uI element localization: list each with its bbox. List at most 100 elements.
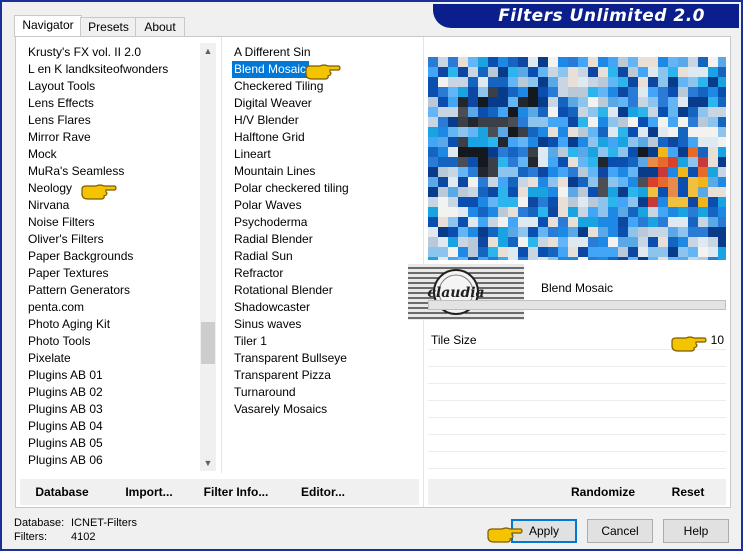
mosaic-tile: [678, 147, 688, 157]
filter-item[interactable]: Mountain Lines: [232, 163, 318, 180]
filter-item[interactable]: Transparent Bullseye: [232, 350, 350, 367]
mosaic-tile: [518, 147, 528, 157]
filter-info-button[interactable]: Filter Info...: [194, 479, 278, 505]
mosaic-tile: [628, 197, 638, 207]
filter-item[interactable]: Rotational Blender: [232, 282, 336, 299]
filter-item[interactable]: Radial Sun: [232, 248, 296, 265]
mosaic-tile: [528, 167, 538, 177]
reset-button[interactable]: Reset: [654, 479, 722, 505]
mosaic-tile: [668, 207, 678, 217]
filter-item[interactable]: Halftone Grid: [232, 129, 308, 146]
mosaic-tile: [428, 97, 438, 107]
filter-item[interactable]: Turnaround: [232, 384, 299, 401]
filter-item[interactable]: Psychoderma: [232, 214, 310, 231]
filter-item[interactable]: Refractor: [232, 265, 286, 282]
filter-item[interactable]: Transparent Pizza: [232, 367, 334, 384]
filter-item[interactable]: A Different Sin: [232, 44, 314, 61]
category-item[interactable]: Plugins AB 03: [26, 401, 106, 418]
mosaic-tile: [598, 237, 608, 247]
category-item[interactable]: Neology: [26, 180, 75, 197]
category-scrollbar[interactable]: ▲ ▼: [200, 43, 216, 471]
cancel-button[interactable]: Cancel: [587, 519, 653, 543]
category-item[interactable]: Paper Backgrounds: [26, 248, 136, 265]
filter-item[interactable]: Polar checkered tiling: [232, 180, 352, 197]
scrollbar-thumb[interactable]: [201, 322, 215, 364]
mosaic-tile: [428, 147, 438, 157]
mosaic-tile: [598, 117, 608, 127]
category-item[interactable]: Lens Flares: [26, 112, 94, 129]
tab-presets[interactable]: Presets: [80, 17, 137, 36]
category-item[interactable]: Mirror Rave: [26, 129, 94, 146]
randomize-button[interactable]: Randomize: [558, 479, 648, 505]
category-list[interactable]: Krusty's FX vol. II 2.0 L en K landksiteo…: [24, 43, 200, 471]
category-item[interactable]: Oliver's Filters: [26, 231, 107, 248]
category-item[interactable]: Plugins AB 01: [26, 367, 106, 384]
filter-item[interactable]: Shadowcaster: [232, 299, 313, 316]
mosaic-tile: [538, 187, 548, 197]
mosaic-tile: [718, 257, 726, 260]
mosaic-tile: [648, 237, 658, 247]
mosaic-tile: [538, 147, 548, 157]
status-filters: Filters: 4102: [14, 531, 95, 543]
filter-item[interactable]: Polar Waves: [232, 197, 305, 214]
category-item[interactable]: Pixelate: [26, 350, 74, 367]
category-item[interactable]: L en K landksiteofwonders: [26, 61, 171, 78]
chevron-down-icon[interactable]: ▼: [203, 458, 213, 468]
filter-item[interactable]: Vasarely Mosaics: [232, 401, 330, 418]
editor-button[interactable]: Editor...: [280, 479, 366, 505]
category-item[interactable]: Plugins AB 02: [26, 384, 106, 401]
mosaic-tile: [438, 217, 448, 227]
category-item[interactable]: Plugins AB 06: [26, 452, 106, 469]
mosaic-tile: [568, 77, 578, 87]
category-item[interactable]: Paper Textures: [26, 265, 112, 282]
parameter-value[interactable]: 10: [711, 333, 724, 347]
mosaic-tile: [458, 167, 468, 177]
mosaic-tile: [518, 77, 528, 87]
mosaic-tile: [608, 177, 618, 187]
filter-list[interactable]: A Different Sin Blend Mosaic Checkered Til…: [232, 43, 412, 471]
filter-item[interactable]: Sinus waves: [232, 316, 304, 333]
category-item[interactable]: MuRa's Seamless: [26, 163, 127, 180]
category-item[interactable]: Photo Tools: [26, 333, 94, 350]
mosaic-tile: [568, 137, 578, 147]
mosaic-tile: [608, 257, 618, 260]
mosaic-tile: [528, 197, 538, 207]
mosaic-tile: [698, 237, 708, 247]
chevron-up-icon[interactable]: ▲: [203, 46, 213, 56]
category-item[interactable]: Photo Aging Kit: [26, 316, 113, 333]
filter-item[interactable]: Radial Blender: [232, 231, 316, 248]
mosaic-tile: [458, 177, 468, 187]
import-button[interactable]: Import...: [106, 479, 192, 505]
mosaic-tile: [448, 227, 458, 237]
category-item[interactable]: Plugins AB 05: [26, 435, 106, 452]
category-item[interactable]: Noise Filters: [26, 214, 98, 231]
filter-item[interactable]: Digital Weaver: [232, 95, 315, 112]
category-item[interactable]: Krusty's FX vol. II 2.0: [26, 44, 144, 61]
mosaic-tile: [468, 147, 478, 157]
category-item[interactable]: Plugins AB 04: [26, 418, 106, 435]
mosaic-tile: [578, 157, 588, 167]
category-item[interactable]: Lens Effects: [26, 95, 97, 112]
category-item[interactable]: Plugins AB 07: [26, 469, 106, 471]
filter-item[interactable]: Blend Mosaic: [232, 61, 310, 78]
mosaic-tile: [668, 67, 678, 77]
database-button[interactable]: Database: [20, 479, 104, 505]
category-item[interactable]: Mock: [26, 146, 60, 163]
filter-item[interactable]: H/V Blender: [232, 112, 302, 129]
tab-about[interactable]: About: [135, 17, 185, 36]
parameter-slider[interactable]: [428, 300, 726, 310]
help-button[interactable]: Help: [663, 519, 729, 543]
mosaic-tile: [468, 57, 478, 67]
category-item[interactable]: Layout Tools: [26, 78, 98, 95]
category-item[interactable]: Nirvana: [26, 197, 72, 214]
mosaic-tile: [708, 237, 718, 247]
mosaic-tile: [568, 147, 578, 157]
category-item[interactable]: Pattern Generators: [26, 282, 133, 299]
mosaic-tile: [608, 87, 618, 97]
category-item[interactable]: penta.com: [26, 299, 87, 316]
tab-navigator[interactable]: Navigator: [14, 15, 82, 37]
mosaic-tile: [598, 77, 608, 87]
filter-item[interactable]: Lineart: [232, 146, 274, 163]
mosaic-tile: [678, 157, 688, 167]
filter-item[interactable]: Tiler 1: [232, 333, 270, 350]
